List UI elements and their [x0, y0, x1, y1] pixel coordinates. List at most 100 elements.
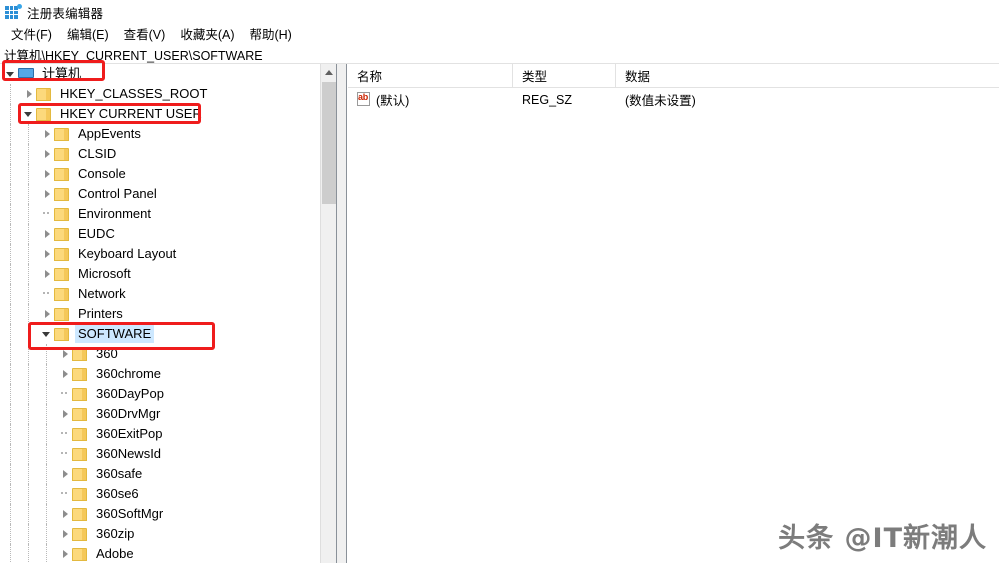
tree-item-360chrome[interactable]: 360chrome [0, 364, 320, 384]
chevron-down-icon[interactable] [2, 64, 18, 84]
folder-icon [54, 147, 70, 161]
column-header-data[interactable]: 数据 [616, 64, 999, 87]
folder-icon [72, 367, 88, 381]
chevron-right-glyph [62, 410, 68, 418]
tree-item-environment[interactable]: Environment [0, 204, 320, 224]
tree-guide-line [46, 464, 48, 484]
chevron-right-icon[interactable] [56, 504, 72, 524]
menu-help[interactable]: 帮助(H) [243, 26, 300, 44]
chevron-right-icon[interactable] [56, 404, 72, 424]
chevron-right-icon[interactable] [38, 144, 54, 164]
tree-item-360zip[interactable]: 360zip [0, 524, 320, 544]
chevron-right-glyph [44, 170, 50, 178]
menu-bar: 文件(F) 编辑(E) 查看(V) 收藏夹(A) 帮助(H) [0, 24, 999, 45]
tree-guide-line [46, 424, 48, 444]
tree-item-eudc[interactable]: EUDC [0, 224, 320, 244]
tree-item-360safe[interactable]: 360safe [0, 464, 320, 484]
tree-item-hkey-current-user[interactable]: HKEY CURRENT USER [0, 104, 320, 124]
tree-guide-line [10, 124, 12, 144]
chevron-down-icon[interactable] [20, 104, 36, 124]
chevron-right-icon[interactable] [56, 364, 72, 384]
tree-item-360softmgr[interactable]: 360SoftMgr [0, 504, 320, 524]
chevron-right-glyph [62, 550, 68, 558]
menu-view[interactable]: 查看(V) [118, 26, 175, 44]
address-bar[interactable]: 计算机\HKEY_CURRENT_USER\SOFTWARE [0, 45, 999, 64]
tree-item-appevents[interactable]: AppEvents [0, 124, 320, 144]
tree-item-clsid[interactable]: CLSID [0, 144, 320, 164]
tree-item-label: Environment [78, 206, 151, 221]
tree-item-hkey-classes-root[interactable]: HKEY_CLASSES_ROOT [0, 84, 320, 104]
chevron-right-icon[interactable] [38, 244, 54, 264]
tree-item-keyboard-layout[interactable]: Keyboard Layout [0, 244, 320, 264]
menu-edit[interactable]: 编辑(E) [61, 26, 118, 44]
chevron-right-icon[interactable] [38, 304, 54, 324]
tree-leaf-spacer [38, 204, 54, 224]
scrollbar-thumb[interactable] [322, 82, 336, 204]
chevron-right-icon[interactable] [38, 184, 54, 204]
column-header-type[interactable]: 类型 [513, 64, 616, 87]
chevron-right-icon[interactable] [38, 124, 54, 144]
tree-item-360drvmgr[interactable]: 360DrvMgr [0, 404, 320, 424]
tree-item-label: Network [78, 286, 126, 301]
chevron-right-glyph [44, 190, 50, 198]
tree-item-printers[interactable]: Printers [0, 304, 320, 324]
chevron-right-glyph [44, 270, 50, 278]
folder-icon [72, 487, 88, 501]
folder-icon [54, 187, 70, 201]
folder-icon [54, 327, 70, 341]
tree-item-label: CLSID [78, 146, 117, 161]
chevron-right-icon[interactable] [20, 84, 36, 104]
scroll-up-button[interactable] [321, 64, 336, 81]
tree-guide-line [28, 284, 30, 304]
tree-vertical-scrollbar[interactable] [320, 64, 336, 563]
tree-guide-line [28, 304, 30, 324]
tree-guide-line [10, 444, 12, 464]
list-body: ab (默认) REG_SZ (数值未设置) [348, 88, 999, 111]
tree-item-360newsid[interactable]: 360NewsId [0, 444, 320, 464]
folder-icon [54, 127, 70, 141]
tree-guide-line [28, 124, 30, 144]
computer-icon [18, 67, 34, 81]
tree-item-360exitpop[interactable]: 360ExitPop [0, 424, 320, 444]
menu-file[interactable]: 文件(F) [5, 26, 61, 44]
chevron-down-icon[interactable] [38, 324, 54, 344]
tree-item-adobe[interactable]: Adobe [0, 544, 320, 563]
watermark: 头条 @IT新潮人 [778, 523, 987, 554]
pane-splitter[interactable] [336, 64, 347, 563]
tree-item-360se6[interactable]: 360se6 [0, 484, 320, 504]
tree-item-label: 360SoftMgr [96, 506, 164, 521]
folder-icon [72, 347, 88, 361]
registry-tree-pane: 计算机 HKEY_CLASSES_ROOT HKEY CURRENT USER App… [0, 64, 336, 563]
tree-guide-line [10, 284, 12, 304]
chevron-right-icon[interactable] [56, 344, 72, 364]
tree-item-label: Keyboard Layout [78, 246, 177, 261]
chevron-right-icon[interactable] [38, 264, 54, 284]
chevron-right-icon[interactable] [38, 224, 54, 244]
value-row[interactable]: ab (默认) REG_SZ (数值未设置) [348, 88, 999, 111]
tree-guide-line [10, 484, 12, 504]
tree-item-360daypop[interactable]: 360DayPop [0, 384, 320, 404]
folder-icon [72, 527, 88, 541]
chevron-right-icon[interactable] [38, 164, 54, 184]
tree-guide-line [28, 364, 30, 384]
folder-icon [72, 427, 88, 441]
column-header-name[interactable]: 名称 [348, 64, 513, 87]
tree-item-network[interactable]: Network [0, 284, 320, 304]
tree-item-[interactable]: 计算机 [0, 64, 320, 84]
tree-item-label: 计算机 [42, 66, 82, 81]
chevron-right-icon[interactable] [56, 464, 72, 484]
tree-item-control-panel[interactable]: Control Panel [0, 184, 320, 204]
tree-guide-line [10, 244, 12, 264]
chevron-right-glyph [44, 310, 50, 318]
value-name-label: (默认) [376, 94, 410, 108]
folder-icon [54, 247, 70, 261]
tree-item-console[interactable]: Console [0, 164, 320, 184]
tree-item-360[interactable]: 360 [0, 344, 320, 364]
tree-item-label: HKEY_CLASSES_ROOT [60, 86, 208, 101]
dotted-connector [43, 292, 49, 296]
tree-item-software[interactable]: SOFTWARE [0, 324, 320, 344]
chevron-right-icon[interactable] [56, 544, 72, 563]
menu-favorites[interactable]: 收藏夹(A) [174, 26, 243, 44]
tree-item-microsoft[interactable]: Microsoft [0, 264, 320, 284]
chevron-right-icon[interactable] [56, 524, 72, 544]
